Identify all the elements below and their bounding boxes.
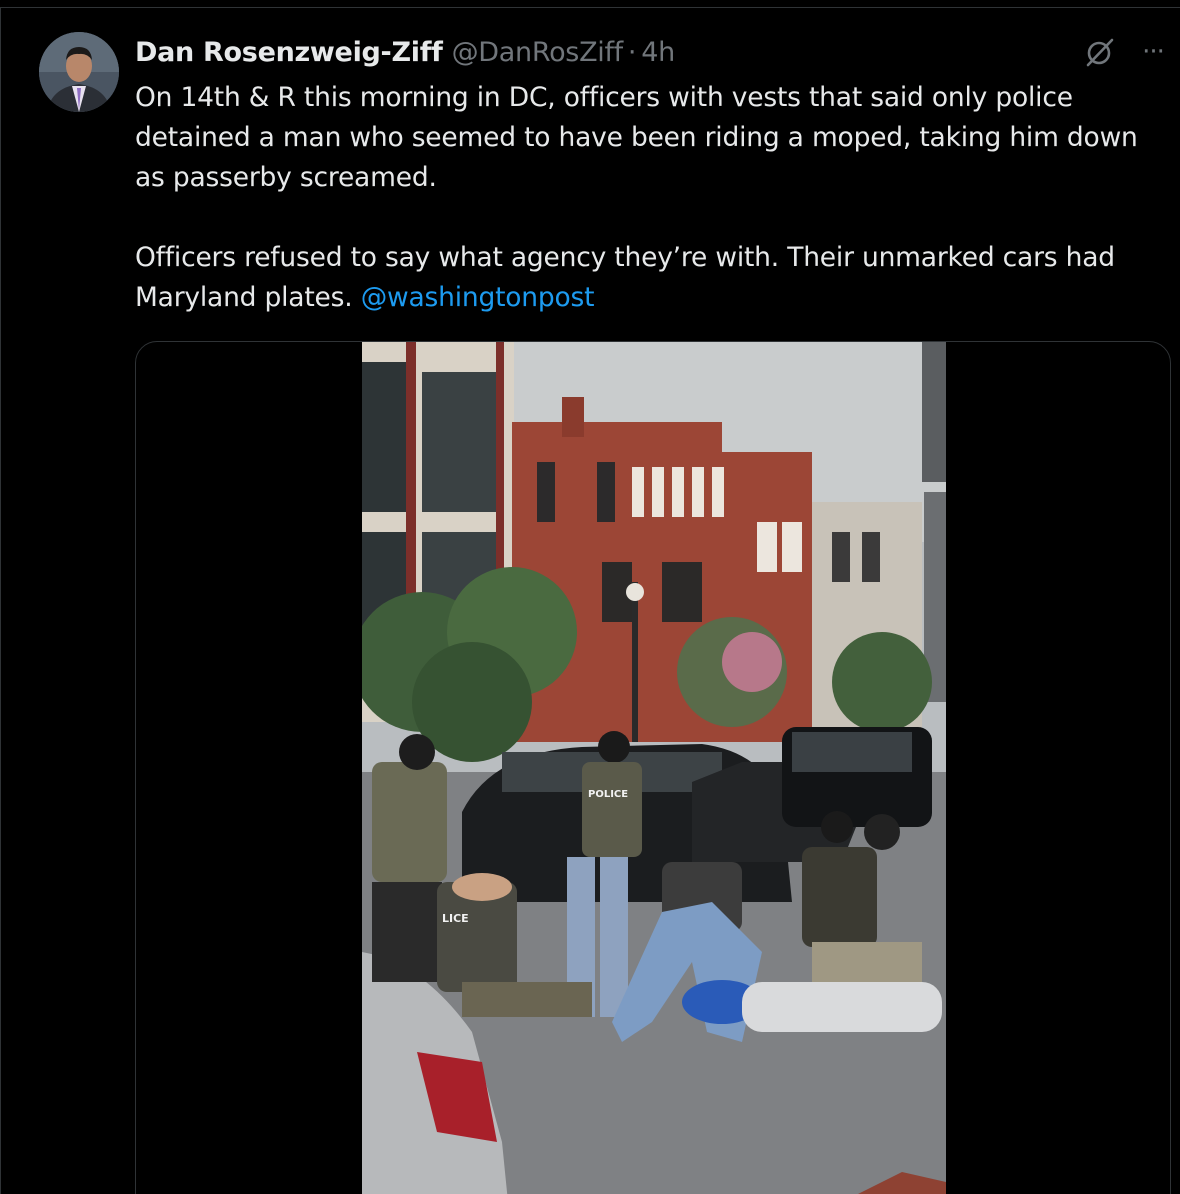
media-container[interactable]: POLICE LICE — [135, 341, 1171, 1194]
tweet-paragraph: Officers refused to say what agency they… — [135, 238, 1175, 318]
tweet-header: Dan Rosenzweig-Ziff @DanRosZiff · 4h — [135, 33, 675, 71]
divider — [0, 7, 1, 1194]
video-frame-image: POLICE LICE — [362, 342, 946, 1194]
tweet-text: On 14th & R this morning in DC, officers… — [135, 78, 1175, 318]
separator: · — [627, 36, 637, 68]
tweet-page: Dan Rosenzweig-Ziff @DanRosZiff · 4h ···… — [0, 0, 1180, 1194]
vest-label: POLICE — [588, 789, 628, 800]
video-player[interactable]: POLICE LICE — [362, 342, 946, 1194]
display-name[interactable]: Dan Rosenzweig-Ziff — [135, 37, 443, 68]
vest-label: LICE — [442, 912, 469, 925]
timestamp[interactable]: 4h — [641, 37, 675, 68]
avatar[interactable] — [39, 32, 119, 112]
handle[interactable]: @DanRosZiff — [452, 37, 624, 68]
grok-icon[interactable] — [1084, 36, 1116, 68]
profile-photo-icon — [39, 32, 119, 112]
more-icon[interactable]: ··· — [1138, 39, 1168, 65]
tweet-paragraph-text: Officers refused to say what agency they… — [135, 242, 1115, 313]
divider — [0, 7, 1180, 8]
tweet-paragraph: On 14th & R this morning in DC, officers… — [135, 82, 1138, 193]
mention-link[interactable]: @washingtonpost — [361, 282, 595, 313]
